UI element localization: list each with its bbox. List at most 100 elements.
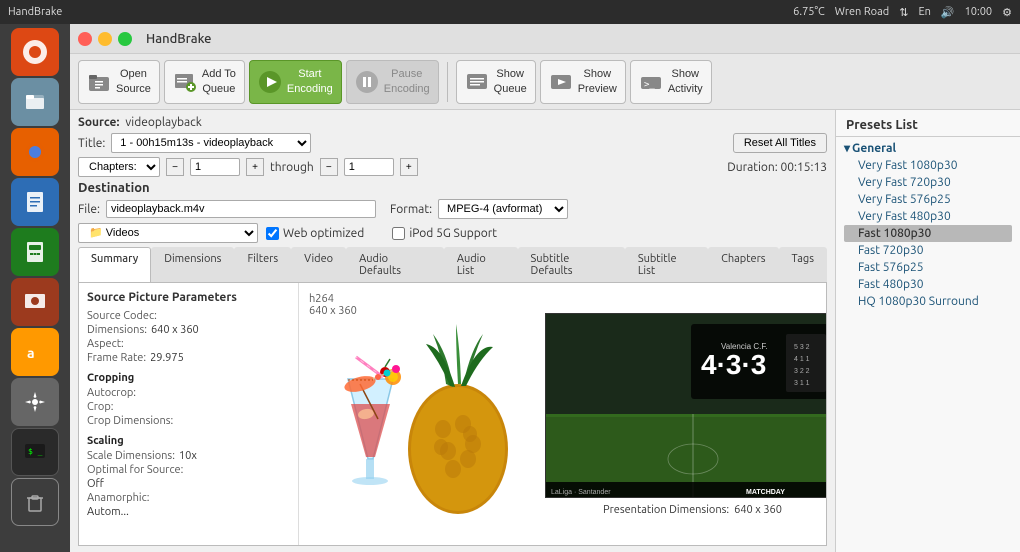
main-window: HandBrake Open Source Add To Queue (70, 24, 1020, 552)
tab-audio-defaults[interactable]: Audio Defaults (346, 247, 444, 282)
show-activity-icon: >_ (639, 70, 663, 94)
format-label: Format: (390, 203, 432, 216)
ipod-5g-checkbox[interactable] (392, 227, 405, 240)
folder-select[interactable]: 📁 Videos (78, 223, 258, 243)
codec-info: h264 640 x 360 (309, 293, 357, 317)
sidebar-icon-writer[interactable] (11, 178, 59, 226)
web-optimized-option[interactable]: Web optimized (266, 227, 364, 240)
tab-chapters[interactable]: Chapters (708, 247, 778, 282)
window-close-button[interactable] (78, 32, 92, 46)
preset-fast-480p30[interactable]: Fast 480p30 (844, 276, 1012, 293)
sidebar-icon-firefox[interactable] (11, 128, 59, 176)
tab-summary[interactable]: Summary (78, 247, 151, 282)
dimensions-row: Dimensions: 640 x 360 (87, 324, 290, 336)
pause-encoding-icon (355, 70, 379, 94)
duration-label: Duration: 00:15:13 (727, 161, 827, 174)
toolbar: Open Source Add To Queue Start Encoding (70, 54, 1020, 110)
sidebar-icon-calc[interactable] (11, 228, 59, 276)
autocrop-row: Autocrop: (87, 387, 290, 399)
sidebar-icon-trash[interactable] (11, 478, 59, 526)
sidebar-icon-ubuntu[interactable] (11, 28, 59, 76)
chapters-to-increment[interactable]: + (400, 158, 418, 176)
preview-area: Valencia C.F. 4·3·3 5 3 2 4 1 1 3 2 2 3 … (538, 305, 827, 524)
add-to-queue-icon (173, 70, 197, 94)
window-maximize-button[interactable] (118, 32, 132, 46)
title-bar: HandBrake (70, 24, 1020, 54)
preset-very-fast-576p25[interactable]: Very Fast 576p25 (844, 191, 1012, 208)
preset-very-fast-1080p30[interactable]: Very Fast 1080p30 (844, 157, 1012, 174)
dimensions-val: 640 x 360 (151, 324, 199, 336)
tab-dimensions[interactable]: Dimensions (151, 247, 234, 282)
taskbar: HandBrake 6.75°C Wren Road ⇅ En 🔊 10:00 … (0, 0, 1020, 24)
title-select[interactable]: 1 - 00h15m13s - videoplayback (111, 133, 311, 153)
presets-panel: Presets List ▾ General Very Fast 1080p30… (835, 110, 1020, 552)
preset-hq-1080p30-surround[interactable]: HQ 1080p30 Surround (844, 293, 1012, 310)
presentation-dims: Presentation Dimensions: 640 x 360 (603, 504, 782, 516)
crop-dims-label: Crop Dimensions: (87, 415, 173, 427)
chapters-from-decrement[interactable]: − (166, 158, 184, 176)
show-preview-icon (549, 70, 573, 94)
crop-dims-row: Crop Dimensions: (87, 415, 290, 427)
tab-tags[interactable]: Tags (779, 247, 827, 282)
optimal-val: Off (87, 478, 104, 490)
main-panel: Source: videoplayback Title: 1 - 00h15m1… (70, 110, 835, 552)
add-to-queue-button[interactable]: Add To Queue (164, 60, 245, 104)
show-queue-button[interactable]: Show Queue (456, 60, 536, 104)
cropping-title: Cropping (87, 372, 290, 384)
pause-encoding-button[interactable]: Pause Encoding (346, 60, 439, 104)
format-select[interactable]: MPEG-4 (avformat) (438, 199, 568, 219)
tab-audio-list[interactable]: Audio List (444, 247, 518, 282)
chapters-to-decrement[interactable]: − (320, 158, 338, 176)
toolbar-separator (447, 62, 448, 102)
sidebar-icon-impress[interactable] (11, 278, 59, 326)
source-row: Source: videoplayback (78, 116, 827, 129)
show-activity-button[interactable]: >_ Show Activity (630, 60, 712, 104)
tab-video[interactable]: Video (291, 247, 346, 282)
tab-subtitle-list[interactable]: Subtitle List (625, 247, 708, 282)
window-minimize-button[interactable] (98, 32, 112, 46)
preset-very-fast-720p30[interactable]: Very Fast 720p30 (844, 174, 1012, 191)
open-source-button[interactable]: Open Source (78, 60, 160, 104)
svg-text:4·3·3: 4·3·3 (701, 349, 766, 380)
chapters-to-input[interactable] (344, 158, 394, 176)
chapters-from-increment[interactable]: + (246, 158, 264, 176)
preset-fast-576p25[interactable]: Fast 576p25 (844, 259, 1012, 276)
preset-fast-1080p30[interactable]: Fast 1080p30 (844, 225, 1012, 242)
preset-group-general-title: ▾ General (844, 141, 1012, 155)
reset-all-titles-button[interactable]: Reset All Titles (733, 133, 827, 153)
param-group-cropping: Cropping Autocrop: Crop: Crop Dimensions… (87, 372, 290, 427)
start-encoding-button[interactable]: Start Encoding (249, 60, 342, 104)
frame-rate-row: Frame Rate: 29.975 (87, 352, 290, 364)
taskbar-settings-icon[interactable]: ⚙ (1002, 6, 1012, 19)
svg-text:3 2 2: 3 2 2 (794, 368, 810, 375)
chapters-select[interactable]: Chapters: (78, 157, 160, 177)
crop-label: Crop: (87, 401, 113, 413)
ipod-5g-option[interactable]: iPod 5G Support (392, 227, 497, 240)
anamorphic-val: Autom... (87, 506, 129, 518)
show-preview-button[interactable]: Show Preview (540, 60, 626, 104)
aspect-row: Aspect: (87, 338, 290, 350)
sidebar-icon-files[interactable] (11, 78, 59, 126)
tab-subtitle-defaults[interactable]: Subtitle Defaults (518, 247, 625, 282)
sidebar-icon-amazon[interactable]: a (11, 328, 59, 376)
preview-video: Valencia C.F. 4·3·3 5 3 2 4 1 1 3 2 2 3 … (545, 313, 826, 498)
chapters-from-input[interactable] (190, 158, 240, 176)
show-queue-icon (465, 70, 489, 94)
web-optimized-checkbox[interactable] (266, 227, 279, 240)
open-source-icon (87, 70, 111, 94)
preset-group-general: ▾ General Very Fast 1080p30 Very Fast 72… (836, 137, 1020, 314)
preset-very-fast-480p30[interactable]: Very Fast 480p30 (844, 208, 1012, 225)
sidebar-icon-system-settings[interactable] (11, 378, 59, 426)
file-input[interactable] (106, 200, 376, 218)
autocrop-label: Autocrop: (87, 387, 136, 399)
anamorphic-label: Anamorphic: (87, 492, 149, 504)
sidebar-icon-terminal[interactable]: $ _ (11, 428, 59, 476)
file-row: File: Format: MPEG-4 (avformat) (78, 199, 827, 219)
frame-rate-label: Frame Rate: (87, 352, 146, 364)
video-preview-svg: Valencia C.F. 4·3·3 5 3 2 4 1 1 3 2 2 3 … (546, 314, 826, 498)
preset-fast-720p30[interactable]: Fast 720p30 (844, 242, 1012, 259)
taskbar-keyboard: En (918, 6, 930, 18)
svg-text:3 1 1: 3 1 1 (794, 380, 810, 387)
tab-filters[interactable]: Filters (234, 247, 291, 282)
taskbar-time: 10:00 (965, 6, 993, 18)
